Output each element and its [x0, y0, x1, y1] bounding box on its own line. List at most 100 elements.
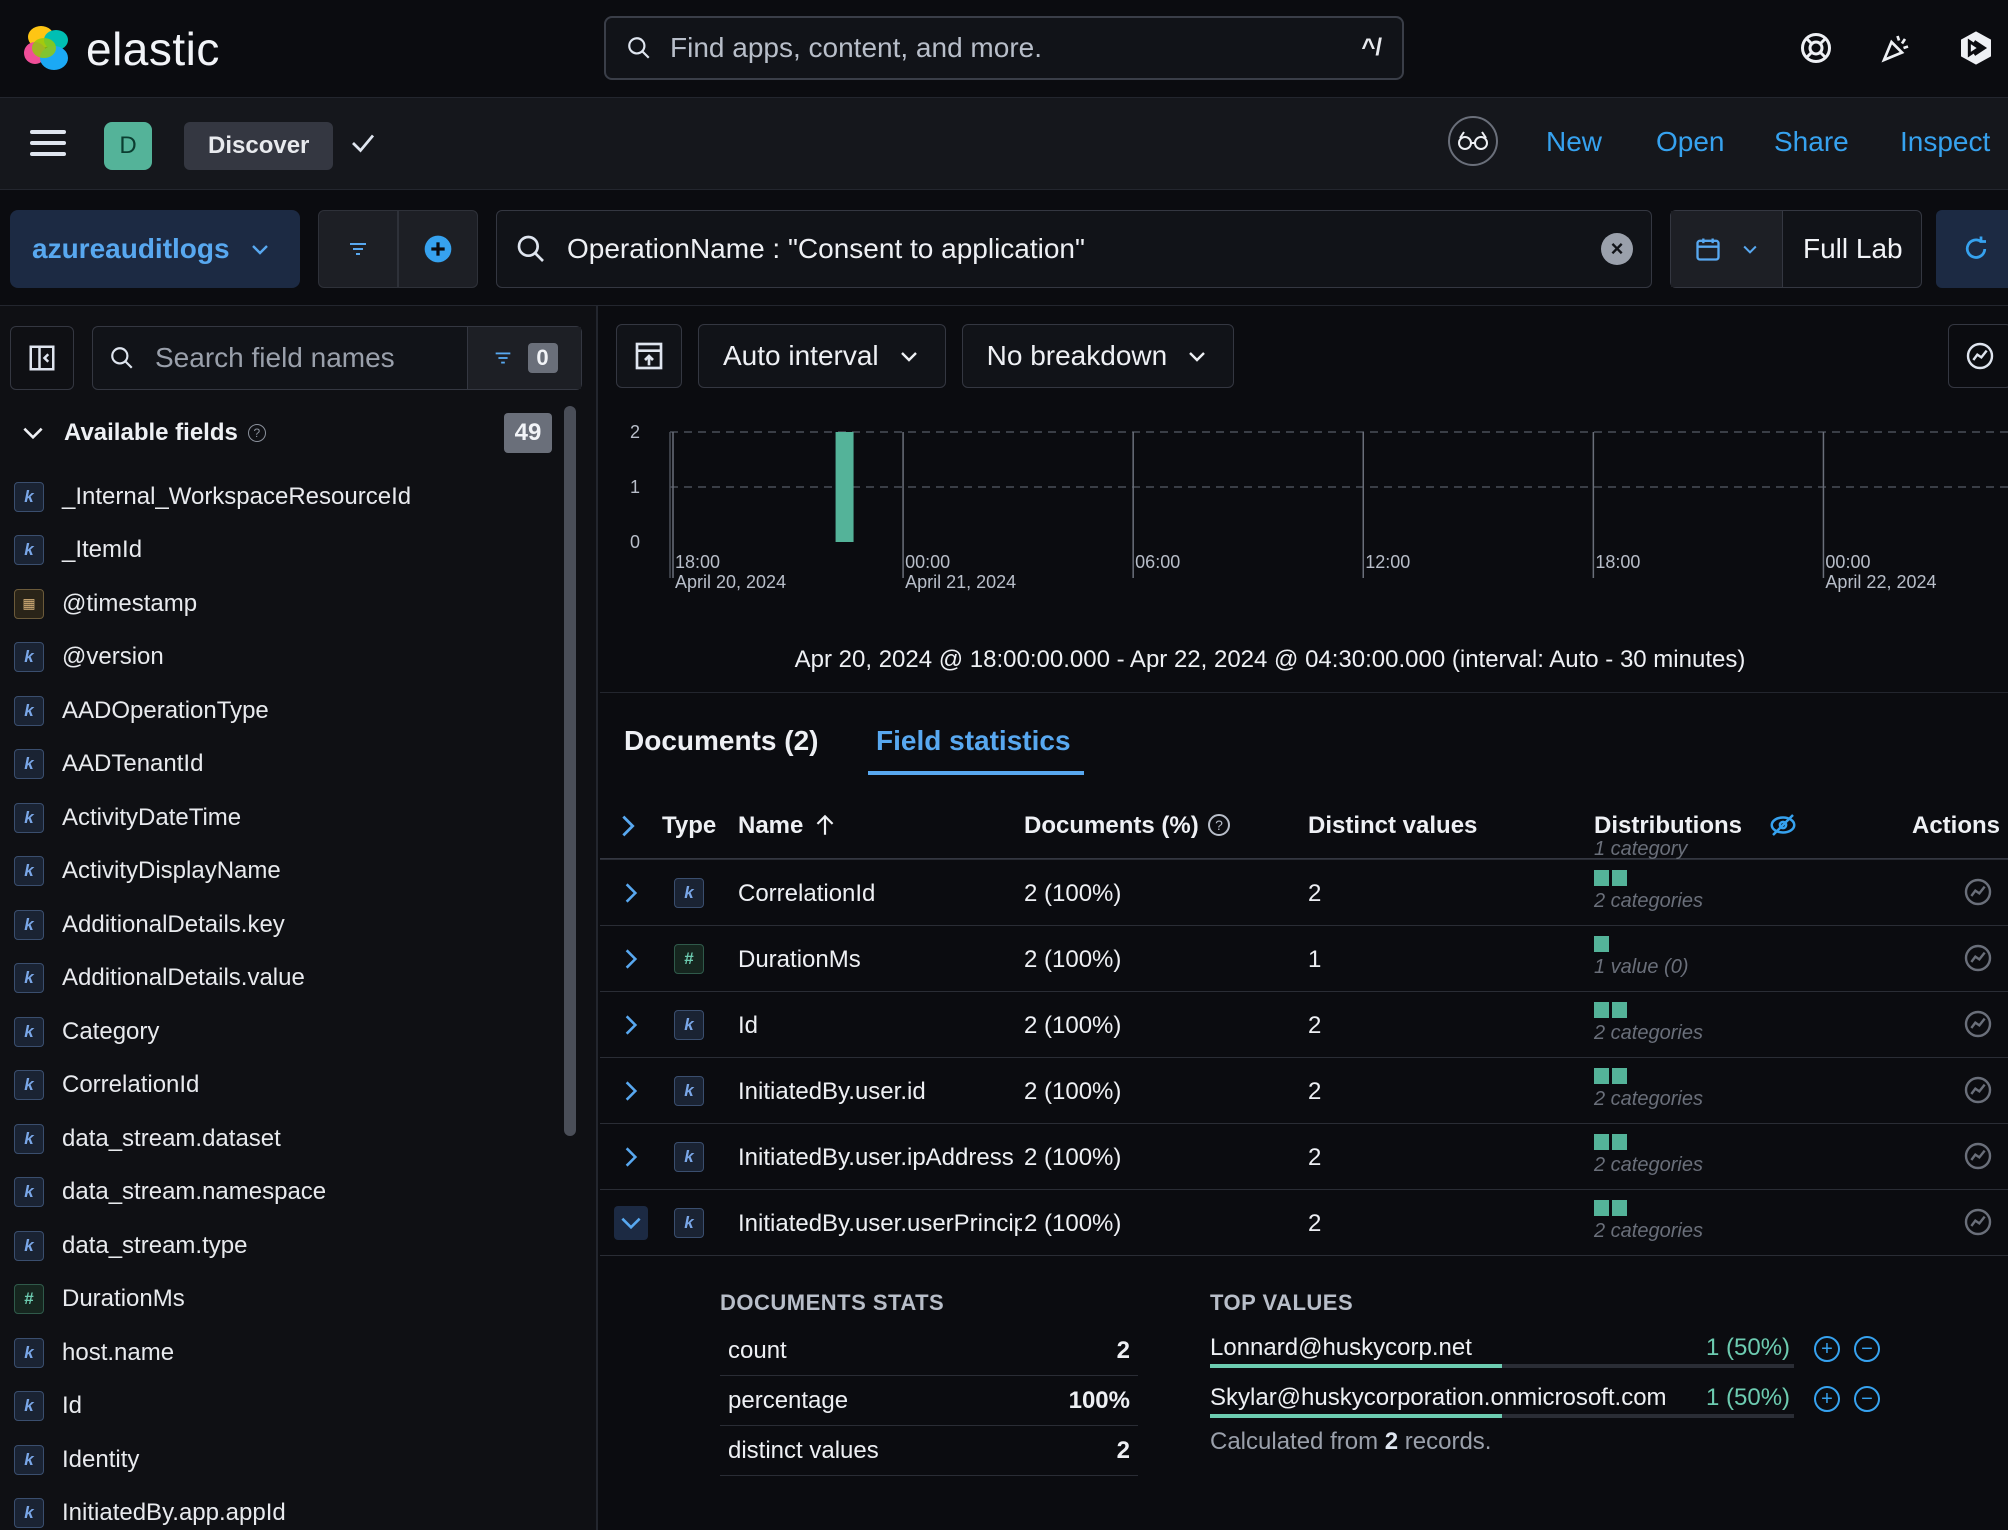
field-list-item[interactable]: k _Internal_WorkspaceResourceId: [14, 470, 554, 524]
y-tick-label: 0: [630, 532, 640, 552]
quick-menu-button[interactable]: [1671, 211, 1783, 287]
field-list-item[interactable]: k AdditionalDetails.key: [14, 898, 554, 952]
chevron-right-icon[interactable]: [616, 878, 646, 908]
collapse-sidebar-button[interactable]: [10, 326, 74, 390]
x-tick-label: 00:00: [1825, 552, 1870, 572]
visualize-icon[interactable]: [1962, 942, 1994, 974]
date-range-label: Full Lab: [1803, 233, 1903, 264]
global-search-input[interactable]: Find apps, content, and more. ^/: [604, 16, 1404, 80]
field-list-item[interactable]: ▦ @timestamp: [14, 577, 554, 631]
query-input[interactable]: OperationName : "Consent to application"…: [496, 210, 1652, 288]
top-value[interactable]: Lonnard@huskycorp.net: [1210, 1334, 1472, 1362]
field-list-item[interactable]: k AdditionalDetails.value: [14, 952, 554, 1006]
field-name: AdditionalDetails.value: [62, 964, 305, 992]
open-link[interactable]: Open: [1656, 126, 1725, 158]
field-search-input[interactable]: Search field names 0: [92, 326, 582, 390]
table-row[interactable]: k CorrelationId 2 (100%) 2 2 categories: [600, 860, 2008, 926]
filter-for-value-icon[interactable]: +: [1814, 1336, 1840, 1362]
distribution: 2 categories: [1594, 1134, 1703, 1177]
chevron-right-icon[interactable]: [616, 1010, 646, 1040]
table-row[interactable]: k InitiatedBy.user.userPrincipalName2 (10…: [600, 1190, 2008, 1256]
add-filter-button[interactable]: [398, 210, 478, 288]
top-value[interactable]: Skylar@huskycorporation.onmicrosoft.com: [1210, 1384, 1667, 1412]
breadcrumb-discover[interactable]: Discover: [184, 122, 334, 170]
user-menu-icon[interactable]: [1956, 28, 1996, 68]
sort-ascending-icon[interactable]: [812, 812, 838, 838]
filter-for-value-icon[interactable]: +: [1814, 1386, 1840, 1412]
field-list-item[interactable]: k data_stream.type: [14, 1219, 554, 1273]
number-type-icon: #: [674, 944, 704, 974]
keyword-type-icon: k: [14, 642, 44, 673]
chevron-right-icon[interactable]: [616, 1076, 646, 1106]
distribution: 1 value (0): [1594, 936, 1689, 979]
field-list-item[interactable]: k AADOperationType: [14, 684, 554, 738]
share-link[interactable]: Share: [1774, 126, 1849, 158]
tab-field-statistics[interactable]: Field statistics: [876, 725, 1071, 757]
keyword-type-icon: k: [14, 1070, 44, 1101]
visualize-icon[interactable]: [1962, 1140, 1994, 1172]
glasses-icon[interactable]: [1448, 116, 1498, 166]
field-list-item[interactable]: k AADTenantId: [14, 738, 554, 792]
interval-selector[interactable]: Auto interval: [698, 324, 946, 388]
available-fields-header[interactable]: Available fields ? 49: [20, 406, 552, 460]
help-icon[interactable]: ?: [1208, 814, 1230, 836]
field-list-item[interactable]: k Id: [14, 1380, 554, 1434]
table-row-partial[interactable]: 1 category: [600, 836, 2008, 860]
x-tick-label: 18:00: [675, 552, 720, 572]
field-list-item[interactable]: k data_stream.namespace: [14, 1166, 554, 1220]
visualize-icon[interactable]: [1962, 1008, 1994, 1040]
filter-out-value-icon[interactable]: −: [1854, 1336, 1880, 1362]
filter-menu-button[interactable]: [318, 210, 398, 288]
refresh-button[interactable]: [1936, 210, 2008, 288]
visualize-icon[interactable]: [1962, 876, 1994, 908]
filter-out-value-icon[interactable]: −: [1854, 1386, 1880, 1412]
table-row[interactable]: k InitiatedBy.user.id 2 (100%) 2 2 categorie…: [600, 1058, 2008, 1124]
elastic-logo[interactable]: elastic: [22, 22, 220, 76]
field-list-item[interactable]: k CorrelationId: [14, 1059, 554, 1113]
field-name: InitiatedBy.user.userPrincipalName: [738, 1210, 1022, 1237]
date-picker[interactable]: Full Lab: [1670, 210, 1922, 288]
chevron-down-icon: [23, 427, 43, 440]
field-list-item[interactable]: k host.name: [14, 1326, 554, 1380]
field-list-item[interactable]: k @version: [14, 631, 554, 685]
field-list-item[interactable]: k Identity: [14, 1433, 554, 1487]
chevron-right-icon[interactable]: [616, 944, 646, 974]
menu-icon[interactable]: [30, 130, 66, 158]
tab-documents[interactable]: Documents (2): [624, 725, 818, 757]
chart-options-button[interactable]: [616, 324, 682, 388]
chart-settings-button[interactable]: [1948, 324, 2008, 388]
field-list-item[interactable]: k _ItemId: [14, 524, 554, 578]
visualize-icon[interactable]: [1962, 1074, 1994, 1106]
keyword-type-icon: k: [674, 1142, 704, 1172]
clear-query-icon[interactable]: ×: [1601, 233, 1633, 265]
distribution-label: 2 categories: [1594, 1022, 1703, 1044]
new-link[interactable]: New: [1546, 126, 1602, 158]
keyword-type-icon: k: [674, 1076, 704, 1106]
sidebar-scrollbar[interactable]: [564, 406, 576, 1136]
checkmark-icon[interactable]: [348, 128, 378, 165]
field-list-item[interactable]: k ActivityDateTime: [14, 791, 554, 845]
x-tick-label: 06:00: [1135, 552, 1180, 572]
keyword-type-icon: k: [14, 1498, 44, 1529]
field-list-item[interactable]: k data_stream.dataset: [14, 1112, 554, 1166]
table-row[interactable]: # DurationMs 2 (100%) 1 1 value (0): [600, 926, 2008, 992]
visualize-icon[interactable]: [1962, 1206, 1994, 1238]
chevron-right-icon[interactable]: [616, 1142, 646, 1172]
field-list-item[interactable]: k Category: [14, 1005, 554, 1059]
help-icon[interactable]: [1796, 28, 1836, 68]
field-list-item[interactable]: k InitiatedBy.app.appId: [14, 1487, 554, 1530]
collapse-icon: [29, 345, 55, 371]
breakdown-selector[interactable]: No breakdown: [961, 324, 1235, 388]
chart-toolbar: Auto interval No breakdown: [616, 324, 1235, 388]
inspect-link[interactable]: Inspect: [1900, 126, 1990, 158]
chevron-down-icon[interactable]: [614, 1206, 648, 1240]
help-icon[interactable]: ?: [247, 424, 266, 442]
data-view-selector[interactable]: azureauditlogs: [10, 210, 300, 288]
field-list-item[interactable]: k ActivityDisplayName: [14, 845, 554, 899]
space-avatar[interactable]: D: [104, 122, 152, 170]
field-type-filter-button[interactable]: 0: [467, 327, 581, 389]
table-row[interactable]: k Id 2 (100%) 2 2 categories: [600, 992, 2008, 1058]
table-row[interactable]: k InitiatedBy.user.ipAddress 2 (100%) 2 2 ca…: [600, 1124, 2008, 1190]
newsfeed-icon[interactable]: [1876, 28, 1916, 68]
field-list-item[interactable]: # DurationMs: [14, 1273, 554, 1327]
